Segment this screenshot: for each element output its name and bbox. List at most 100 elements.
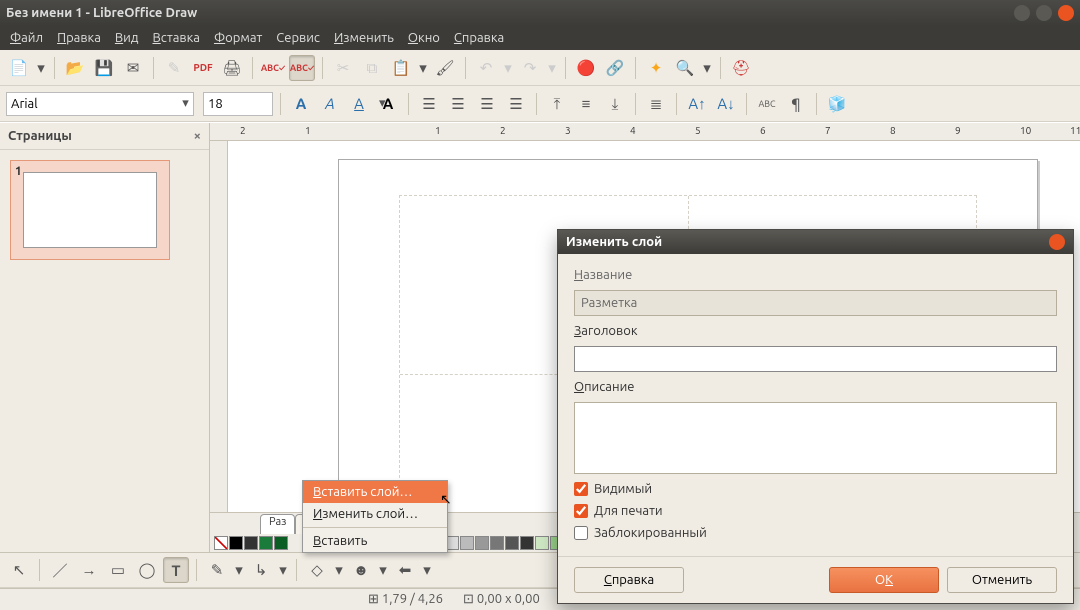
swatch-none[interactable] — [214, 536, 228, 550]
paste-dropdown[interactable]: ▾ — [417, 55, 429, 81]
hyperlink-button[interactable]: 🔗 — [602, 55, 628, 81]
ellipse-tool[interactable]: ◯ — [134, 557, 160, 583]
print-button[interactable]: 🖨 — [219, 55, 245, 81]
redo-button[interactable]: ↷ — [517, 55, 543, 81]
menu-insert[interactable]: Вставка — [152, 31, 199, 45]
font-color-button[interactable]: A — [375, 91, 401, 117]
ok-button[interactable]: ОК — [829, 567, 939, 593]
ctx-modify-layer[interactable]: Изменить слой… — [303, 503, 447, 525]
redo-dropdown[interactable]: ▾ — [546, 55, 558, 81]
paste-button[interactable]: 📋 — [388, 55, 414, 81]
increase-font-button[interactable]: A↑ — [684, 91, 710, 117]
navigator-button[interactable]: ✦ — [643, 55, 669, 81]
curve-tool[interactable]: ✎ — [204, 557, 230, 583]
title-field[interactable] — [574, 346, 1057, 372]
align-left-button[interactable]: ☰ — [416, 91, 442, 117]
menu-modify[interactable]: Изменить — [334, 31, 394, 45]
checkbox-printable[interactable]: Для печати — [574, 504, 1057, 518]
align-right-button[interactable]: ☰ — [474, 91, 500, 117]
chevron-down-icon[interactable]: ▾ — [182, 96, 189, 111]
align-center-button[interactable]: ☰ — [445, 91, 471, 117]
symbol-shapes-dropdown[interactable]: ▾ — [377, 557, 389, 583]
dialog-close-button[interactable] — [1049, 234, 1065, 250]
font-size-combo[interactable]: ▾ — [203, 92, 273, 116]
bold-button[interactable]: A — [288, 91, 314, 117]
spellcheck-button[interactable]: ABC✓ — [260, 55, 286, 81]
color-swatch[interactable] — [535, 536, 549, 550]
block-arrows-dropdown[interactable]: ▾ — [421, 557, 433, 583]
undo-button[interactable]: ↶ — [473, 55, 499, 81]
bulletlist-button[interactable]: ≣ — [643, 91, 669, 117]
color-swatch[interactable] — [520, 536, 534, 550]
undo-dropdown[interactable]: ▾ — [502, 55, 514, 81]
color-swatch[interactable] — [490, 536, 504, 550]
align-middle-button[interactable]: ≡ — [573, 91, 599, 117]
format-paintbrush-button[interactable]: 🖌 — [432, 55, 458, 81]
cancel-button[interactable]: Отменить — [947, 567, 1057, 593]
minimize-button[interactable] — [1014, 5, 1030, 21]
ctx-paste[interactable]: Вставить — [303, 530, 447, 552]
basic-shapes-tool[interactable]: ◇ — [304, 557, 330, 583]
align-bottom-button[interactable]: ⤓ — [602, 91, 628, 117]
menu-tools[interactable]: Сервис — [276, 31, 320, 45]
checkbox-visible[interactable]: Видимый — [574, 482, 1057, 496]
align-justify-button[interactable]: ☰ — [503, 91, 529, 117]
menu-window[interactable]: Окно — [408, 31, 440, 45]
character-button[interactable]: ABC — [754, 91, 780, 117]
line-tool[interactable]: ／ — [47, 557, 73, 583]
underline-button[interactable]: A — [346, 91, 372, 117]
connector-tool[interactable]: ↳ — [248, 557, 274, 583]
connector-dropdown[interactable]: ▾ — [277, 557, 289, 583]
ruler-vertical[interactable] — [210, 141, 228, 512]
save-button[interactable]: 💾 — [91, 55, 117, 81]
rectangle-tool[interactable]: ▭ — [105, 557, 131, 583]
help-button[interactable]: Справка — [574, 567, 684, 593]
font-name-combo[interactable]: ▾ — [6, 92, 194, 116]
maximize-button[interactable] — [1036, 5, 1052, 21]
color-swatch[interactable] — [460, 536, 474, 550]
italic-button[interactable]: A — [317, 91, 343, 117]
cut-button[interactable]: ✂ — [330, 55, 356, 81]
export-pdf-button[interactable]: PDF — [190, 55, 216, 81]
symbol-shapes-tool[interactable]: ☻ — [348, 557, 374, 583]
menu-file[interactable]: Файл — [10, 31, 43, 45]
menu-edit[interactable]: Правка — [57, 31, 101, 45]
edit-button[interactable]: ✎ — [161, 55, 187, 81]
color-swatch[interactable] — [259, 536, 273, 550]
ruler-horizontal[interactable]: 2 1 1 2 3 4 5 6 7 8 9 10 11 — [210, 123, 1080, 141]
menu-help[interactable]: Справка — [454, 31, 504, 45]
curve-dropdown[interactable]: ▾ — [233, 557, 245, 583]
color-swatch[interactable] — [244, 536, 258, 550]
close-panel-icon[interactable]: × — [194, 129, 201, 143]
menu-format[interactable]: Формат — [214, 31, 262, 45]
chart-button[interactable]: 🔴 — [573, 55, 599, 81]
color-swatch[interactable] — [274, 536, 288, 550]
checkbox-printable-input[interactable] — [574, 504, 588, 518]
menu-view[interactable]: Вид — [115, 31, 139, 45]
help-button[interactable]: ⛑ — [728, 55, 754, 81]
color-swatch[interactable] — [505, 536, 519, 550]
checkbox-locked[interactable]: Заблокированный — [574, 526, 1057, 540]
arrow-tool[interactable]: → — [76, 557, 102, 583]
auto-spellcheck-button[interactable]: ABC✓ — [289, 55, 315, 81]
font-name-input[interactable] — [11, 97, 182, 111]
extrusion-button[interactable]: 🧊 — [824, 91, 850, 117]
zoom-button[interactable]: 🔍 — [672, 55, 698, 81]
select-tool[interactable]: ↖ — [6, 557, 32, 583]
copy-button[interactable]: ⧉ — [359, 55, 385, 81]
checkbox-locked-input[interactable] — [574, 526, 588, 540]
close-button[interactable] — [1058, 5, 1074, 21]
layer-tab-1[interactable]: Раз — [260, 514, 295, 534]
paragraph-button[interactable]: ¶ — [783, 91, 809, 117]
open-button[interactable]: 📂 — [62, 55, 88, 81]
color-swatch[interactable] — [475, 536, 489, 550]
new-dropdown[interactable]: ▾ — [35, 55, 47, 81]
text-tool[interactable]: T — [163, 557, 189, 583]
ctx-insert-layer[interactable]: Вставить слой… — [303, 481, 447, 503]
zoom-dropdown[interactable]: ▾ — [701, 55, 713, 81]
block-arrows-tool[interactable]: ⬅ — [392, 557, 418, 583]
email-button[interactable]: ✉ — [120, 55, 146, 81]
color-swatch[interactable] — [229, 536, 243, 550]
checkbox-visible-input[interactable] — [574, 482, 588, 496]
new-button[interactable]: 📄 — [6, 55, 32, 81]
